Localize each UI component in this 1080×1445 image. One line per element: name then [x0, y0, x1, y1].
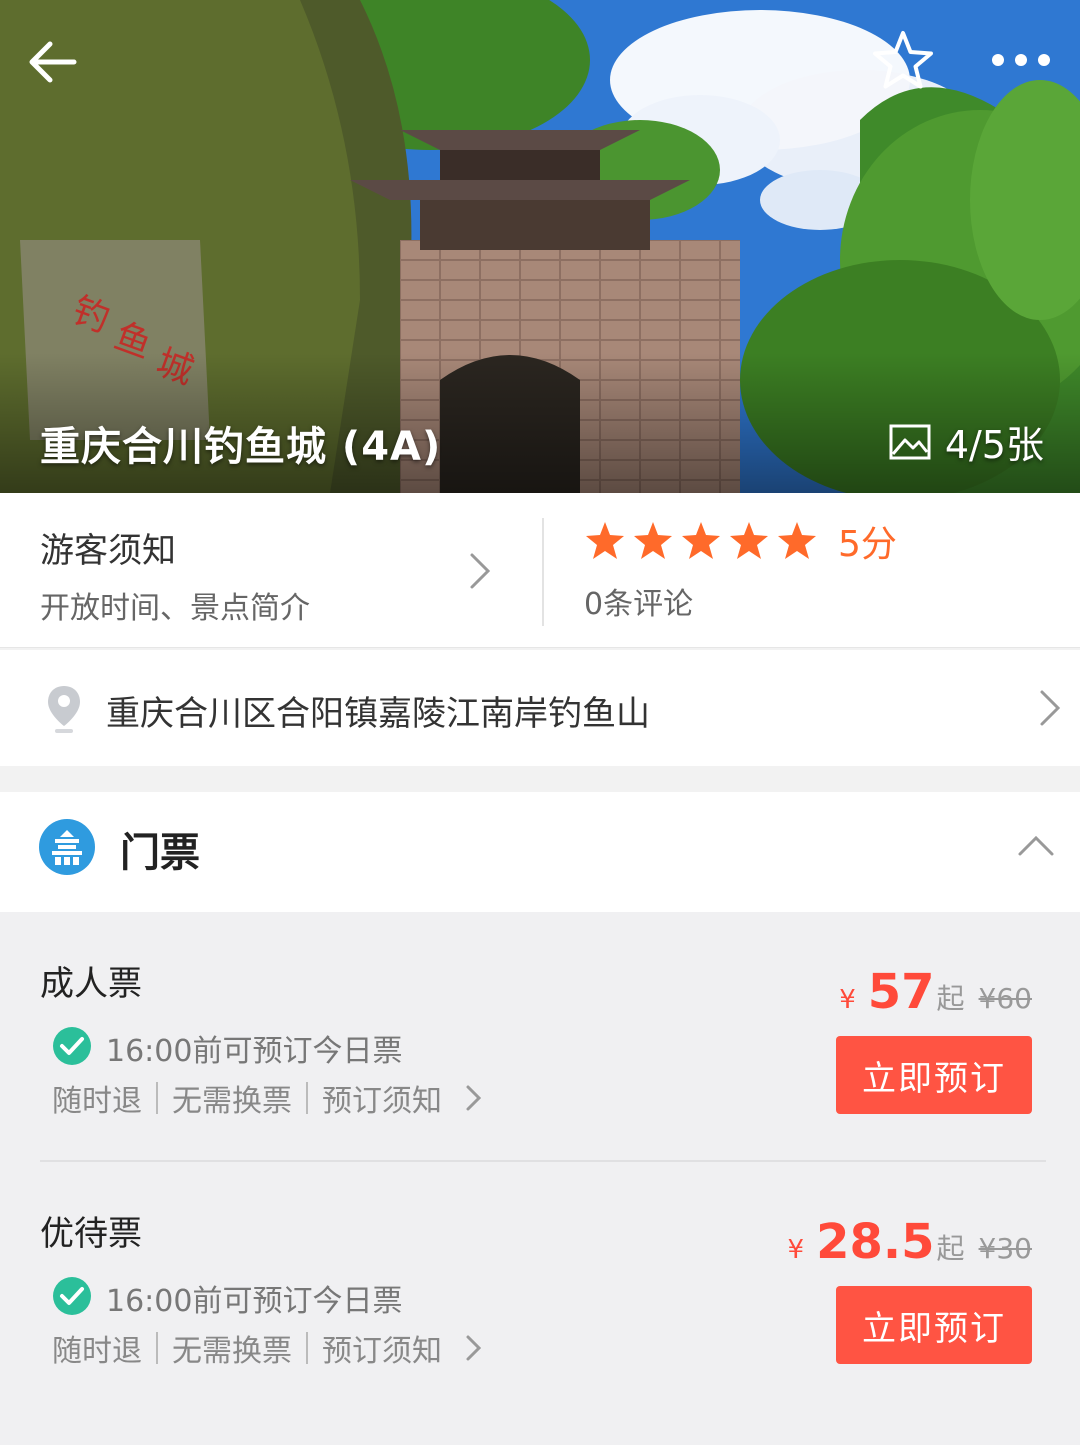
tag-booking-notice: 预订须知 — [322, 1084, 442, 1119]
rating-panel[interactable]: 5分 0条评论 — [544, 493, 1080, 648]
star-icon — [586, 522, 624, 559]
ticket-item: 优待票 16:00前可预订今日票 随时退 无需换票 预订须知 ¥ 28.5 起 … — [0, 1162, 1080, 1410]
tag-divider — [306, 1082, 308, 1114]
image-icon — [889, 424, 931, 459]
notice-title: 游客须知 — [40, 531, 176, 571]
chevron-up-icon[interactable] — [1016, 832, 1056, 858]
ticket-price: ¥ 57 起 ¥60 — [839, 964, 1032, 1020]
tag-booking-notice: 预订须知 — [322, 1334, 442, 1369]
star-rating: 5分 — [584, 515, 897, 567]
chevron-right-icon — [466, 1335, 482, 1361]
tag-divider — [306, 1332, 308, 1364]
visitor-notice[interactable]: 游客须知 开放时间、景点简介 — [0, 493, 542, 648]
photo-counter-text: 4/5张 — [944, 423, 1044, 467]
original-price: ¥60 — [978, 982, 1032, 1015]
more-button[interactable] — [988, 42, 1054, 78]
rating-score: 5分 — [838, 524, 897, 565]
chevron-right-icon — [470, 553, 491, 589]
ticket-list: 成人票 16:00前可预订今日票 随时退 无需换票 预订须知 ¥ 57 起 ¥6… — [0, 912, 1080, 1445]
ticket-name: 优待票 — [40, 1214, 142, 1254]
tag-no-exchange: 无需换票 — [172, 1334, 292, 1369]
photo-counter[interactable]: 4/5张 — [889, 414, 1044, 469]
star-outline-icon — [873, 31, 933, 89]
tag-no-exchange: 无需换票 — [172, 1084, 292, 1119]
ticket-item: 成人票 16:00前可预订今日票 随时退 无需换票 预订须知 ¥ 57 起 ¥6… — [0, 912, 1080, 1162]
temple-icon — [39, 819, 95, 875]
ticket-name: 成人票 — [40, 964, 142, 1004]
address-text: 重庆合川区合阳镇嘉陵江南岸钓鱼山 — [106, 694, 650, 734]
check-circle-icon — [53, 1027, 91, 1065]
price-amount: 28.5 — [816, 1214, 935, 1270]
back-button[interactable] — [22, 36, 82, 88]
tag-refund: 随时退 — [52, 1084, 142, 1119]
hero-photo[interactable]: 钓 鱼 城 重庆合川钓鱼城 (4A) — [0, 0, 1080, 493]
star-icon — [634, 522, 672, 559]
tag-divider — [156, 1082, 158, 1114]
ticket-tags[interactable]: 随时退 无需换票 预订须知 — [52, 1076, 484, 1120]
ticket-price: ¥ 28.5 起 ¥30 — [788, 1214, 1032, 1270]
section-title: 门票 — [120, 830, 200, 876]
book-now-button[interactable]: 立即预订 — [836, 1036, 1032, 1114]
attraction-title: 重庆合川钓鱼城 (4A) — [40, 424, 442, 470]
more-dots-icon — [992, 54, 1050, 66]
currency-symbol: ¥ — [839, 985, 856, 1015]
tag-refund: 随时退 — [52, 1334, 142, 1369]
ticket-availability: 16:00前可预订今日票 — [106, 1284, 403, 1319]
tickets-header: 门票 — [0, 792, 1080, 912]
price-from: 起 — [936, 982, 965, 1015]
price-from: 起 — [936, 1232, 965, 1265]
star-icon — [730, 522, 768, 559]
arrow-left-icon — [29, 41, 77, 83]
star-icon — [682, 522, 720, 559]
chevron-right-icon — [1040, 690, 1061, 726]
location-pin-icon — [48, 686, 80, 733]
chevron-right-icon — [466, 1085, 482, 1111]
favorite-button[interactable] — [870, 28, 936, 94]
info-row: 游客须知 开放时间、景点简介 5分 0条评论 — [0, 493, 1080, 648]
check-circle-icon — [53, 1277, 91, 1315]
original-price: ¥30 — [978, 1232, 1032, 1265]
ticket-tags[interactable]: 随时退 无需换票 预订须知 — [52, 1326, 484, 1370]
address-row[interactable]: 重庆合川区合阳镇嘉陵江南岸钓鱼山 — [0, 650, 1080, 766]
ticket-availability: 16:00前可预订今日票 — [106, 1034, 403, 1069]
star-icon — [778, 522, 816, 559]
tag-divider — [156, 1332, 158, 1364]
currency-symbol: ¥ — [787, 1235, 805, 1265]
review-count: 0条评论 — [584, 587, 694, 622]
price-amount: 57 — [867, 964, 935, 1020]
book-now-button[interactable]: 立即预订 — [836, 1286, 1032, 1364]
notice-subtitle: 开放时间、景点简介 — [40, 591, 310, 626]
